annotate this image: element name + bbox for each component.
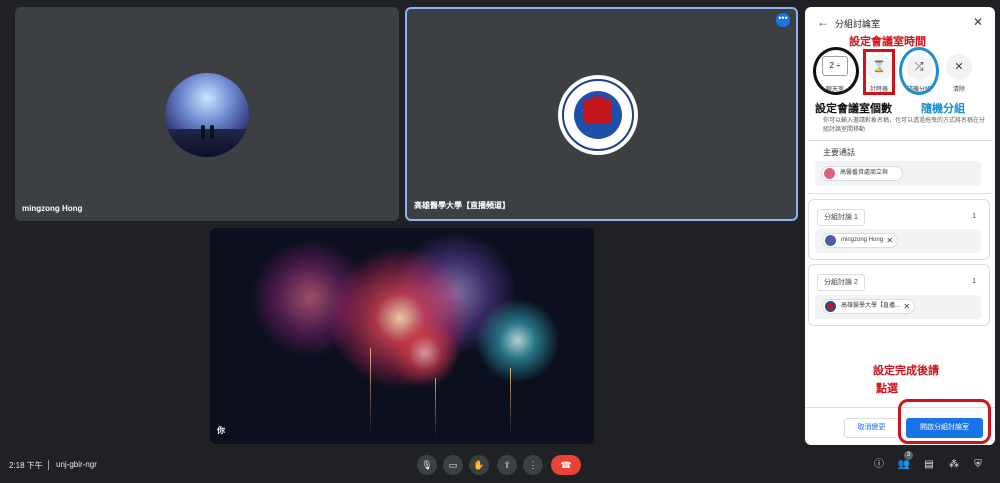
present-icon[interactable]: ⇪ <box>497 455 517 475</box>
main-call-dropzone[interactable]: 高醫番資處周立與 <box>815 161 981 186</box>
end-call-icon[interactable]: ☎ <box>551 455 581 475</box>
room-name-field[interactable]: 分組討論 1 <box>817 209 865 226</box>
back-arrow-icon[interactable]: ← <box>817 15 829 29</box>
avatar <box>825 301 836 312</box>
self-tile[interactable]: 你 <box>210 228 594 444</box>
tile-more-options-icon[interactable]: ••• <box>776 13 790 27</box>
divider <box>808 140 992 141</box>
hand-icon[interactable]: ✋ <box>469 455 489 475</box>
remove-participant-icon[interactable]: ✕ <box>903 300 910 313</box>
more-icon[interactable]: ⋮ <box>523 455 543 475</box>
mic-icon[interactable]: 🎙 <box>417 455 437 475</box>
university-seal-avatar: 高醫 <box>558 75 638 155</box>
annotation-room-count: 設定會議室個數 <box>815 102 892 115</box>
cancel-changes-button[interactable]: 取消變更 <box>844 418 899 438</box>
close-icon[interactable]: ✕ <box>973 15 983 29</box>
chat-icon[interactable]: ▤ <box>921 457 937 473</box>
camera-icon[interactable]: ▭ <box>443 455 463 475</box>
clear-icon[interactable]: ✕ <box>946 54 972 80</box>
participant-chip-name: mingzong Hong <box>841 237 884 243</box>
self-name: 你 <box>217 426 225 435</box>
annotation-random: 隨機分組 <box>921 102 965 115</box>
annotation-done-line2: 點選 <box>876 382 898 395</box>
participant-chip-name: 高雄醫學大學【直播... <box>841 303 901 309</box>
meeting-code: unj-gbir-ngr <box>56 460 97 469</box>
annotation-box-timer <box>863 49 895 95</box>
participant-name: mingzong Hong <box>22 204 83 213</box>
info-icon[interactable]: ⓘ <box>871 457 887 473</box>
divider <box>808 193 992 194</box>
room-participant-count: 1 <box>972 213 976 220</box>
avatar <box>824 168 835 179</box>
seal-text: 高醫 <box>591 97 605 104</box>
people-count-badge: 3 <box>904 451 913 460</box>
clock: 2:18 下午 <box>9 461 43 470</box>
participant-chip[interactable]: 高醫番資處周立與 <box>821 166 904 181</box>
activities-icon[interactable]: ⁂ <box>946 457 962 473</box>
panel-title: 分組討論室 <box>835 19 881 29</box>
participant-tile[interactable]: mingzong Hong <box>15 7 399 221</box>
annotation-box-open-button <box>898 399 991 444</box>
participant-chip-name: 高醫番資處周立與 <box>840 170 889 176</box>
room-name-field[interactable]: 分組討論 2 <box>817 274 865 291</box>
divider <box>48 460 49 470</box>
annotation-timer: 設定會議室時間 <box>849 35 926 48</box>
participant-tile-active[interactable]: ••• 高醫 高雄醫學大學【直播頻道】 <box>405 7 798 221</box>
avatar <box>825 235 836 246</box>
participant-avatar <box>165 73 249 157</box>
room-dropzone[interactable]: 高雄醫學大學【直播... ✕ <box>815 295 981 319</box>
room-participant-count: 1 <box>972 278 976 285</box>
annotation-done-line1: 設定完成後請 <box>873 364 939 377</box>
main-call-label: 主要通話 <box>823 148 855 157</box>
participant-name: 高雄醫學大學【直播頻道】 <box>414 201 510 210</box>
participant-chip[interactable]: mingzong Hong ✕ <box>822 233 899 248</box>
clear-label: 清除 <box>952 87 965 93</box>
annotation-circle-shuffle <box>899 47 939 95</box>
clear-button[interactable]: ✕ 清除 <box>941 51 977 93</box>
annotation-circle-rooms <box>813 47 859 95</box>
participant-chip[interactable]: 高雄醫學大學【直播... ✕ <box>822 299 916 314</box>
panel-hint-text: 你可以輸入邀請對象名稱，也可以透過拖曳的方式將名稱在分組討論室間移動 <box>823 118 986 133</box>
shield-icon[interactable]: ⛨ <box>970 457 986 473</box>
remove-participant-icon[interactable]: ✕ <box>886 234 893 247</box>
room-dropzone[interactable]: mingzong Hong ✕ <box>815 229 981 253</box>
